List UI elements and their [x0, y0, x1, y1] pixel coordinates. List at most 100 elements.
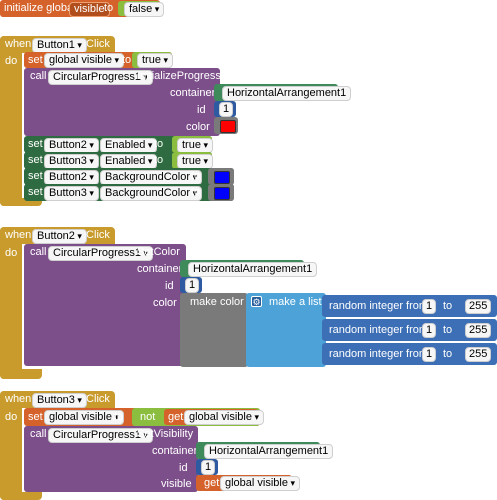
horizontalarrangement1-field[interactable]: HorizontalArrangement1: [204, 444, 334, 459]
set-global-visible-block[interactable]: set global visible to true: [24, 52, 173, 68]
setter-property-dropdown[interactable]: Enabled: [100, 154, 158, 169]
gear-icon[interactable]: ⚙: [251, 296, 262, 307]
global-visible-dropdown[interactable]: global visible: [44, 53, 125, 68]
setter-to-label: to: [191, 170, 201, 182]
false-value-block[interactable]: false: [118, 1, 165, 17]
setter-property-dropdown[interactable]: Enabled: [100, 138, 158, 153]
do-label: do: [5, 247, 18, 259]
setter-true-dropdown[interactable]: true: [177, 154, 213, 169]
param-container-label: container: [152, 445, 198, 457]
random-to-label: to: [443, 300, 453, 312]
setter-set-label: set: [28, 170, 43, 182]
setter-set-label: set: [28, 154, 43, 166]
get-global-visible-block[interactable]: get global visible: [196, 475, 301, 491]
random-from-field[interactable]: 1: [422, 323, 437, 338]
make-a-list-block[interactable]: ⚙ make a list: [246, 293, 326, 367]
call-label: call: [30, 428, 47, 440]
click-event-label: .Click: [83, 393, 110, 405]
button3-dropdown[interactable]: Button3: [32, 393, 87, 408]
setter-component-dropdown[interactable]: Button2: [44, 170, 99, 185]
container-component-block[interactable]: HorizontalArrangement1: [196, 442, 334, 459]
true-value-block[interactable]: true: [132, 52, 173, 68]
setter-to-label: to: [154, 154, 164, 166]
set-button3-bgcolor-block[interactable]: set Button3 BackgroundColor to: [24, 184, 234, 201]
random-to-label: to: [443, 348, 453, 360]
initialize-progress-call[interactable]: call CircularProgress1 .InitializeProgre…: [24, 68, 221, 136]
random-from-field[interactable]: 1: [422, 347, 437, 362]
button1-dropdown[interactable]: Button1: [32, 38, 87, 53]
random-to-field[interactable]: 255: [465, 299, 492, 314]
button3-event-side: [0, 391, 22, 500]
setter-true-dropdown[interactable]: true: [177, 138, 213, 153]
initialize-global-block[interactable]: initialize global visible to false: [0, 0, 165, 17]
id-number-block[interactable]: 1: [214, 101, 236, 117]
set-button3-enabled-block[interactable]: set Button3 Enabled to true: [24, 152, 213, 169]
setter-color-block[interactable]: [208, 184, 234, 201]
blue-color-swatch[interactable]: [214, 171, 230, 184]
param-id-label: id: [165, 280, 174, 292]
make-color-block[interactable]: make color: [180, 293, 248, 367]
call-label: call: [30, 246, 47, 258]
global-visible-dropdown[interactable]: global visible: [44, 410, 125, 425]
not-label: not: [140, 411, 156, 423]
random-integer-label: random integer from: [329, 348, 429, 360]
container-component-block[interactable]: HorizontalArrangement1: [214, 84, 352, 101]
horizontalarrangement1-field[interactable]: HorizontalArrangement1: [222, 86, 352, 101]
random-integer-block[interactable]: random integer from 1 to 255: [322, 343, 497, 365]
id-number-field[interactable]: 1: [219, 102, 234, 117]
set-button2-enabled-block[interactable]: set Button2 Enabled to true: [24, 136, 213, 153]
make-a-list-label: make a list: [269, 296, 322, 308]
setter-component-dropdown[interactable]: Button3: [44, 154, 99, 169]
when-label: when: [5, 38, 32, 50]
setcolor-call[interactable]: call CircularProgress1 .SetColor contain…: [24, 244, 186, 366]
method-setcolor: .SetColor: [134, 246, 180, 258]
container-component-block[interactable]: HorizontalArrangement1: [180, 260, 318, 277]
red-color-swatch[interactable]: [220, 120, 236, 133]
setter-property-dropdown[interactable]: BackgroundColor: [100, 186, 203, 201]
horizontalarrangement1-field[interactable]: HorizontalArrangement1: [188, 262, 318, 277]
id-number-field[interactable]: 1: [201, 460, 216, 475]
setter-to-label: to: [154, 138, 164, 150]
set-button2-bgcolor-block[interactable]: set Button2 BackgroundColor to: [24, 168, 234, 185]
click-event-label: .Click: [83, 38, 110, 50]
blue-color-swatch[interactable]: [214, 187, 230, 200]
setter-component-dropdown[interactable]: Button2: [44, 138, 99, 153]
param-id-label: id: [197, 104, 206, 116]
id-number-field[interactable]: 1: [185, 278, 200, 293]
get-global-visible-block[interactable]: get global visible: [164, 409, 265, 425]
not-block[interactable]: not get global visible: [132, 408, 265, 426]
set-global-visible-block[interactable]: set global visible to not get global vis…: [24, 408, 265, 426]
random-to-field[interactable]: 255: [465, 347, 492, 362]
id-number-block[interactable]: 1: [196, 459, 218, 475]
initialize-global-label: initialize global: [4, 2, 76, 14]
call-label: call: [30, 70, 47, 82]
random-integer-block[interactable]: random integer from 1 to 255: [322, 319, 497, 341]
true-dropdown[interactable]: true: [137, 53, 173, 68]
param-color-label: color: [153, 297, 177, 309]
random-integer-label: random integer from: [329, 324, 429, 336]
random-to-label: to: [443, 324, 453, 336]
setter-set-label: set: [28, 138, 43, 150]
setter-property-dropdown[interactable]: BackgroundColor: [100, 170, 203, 185]
setvisibility-call[interactable]: call CircularProgress1 .SetVisibility co…: [24, 426, 198, 492]
random-from-field[interactable]: 1: [422, 299, 437, 314]
id-number-block[interactable]: 1: [180, 277, 202, 293]
param-visible-label: visible: [161, 478, 192, 490]
color-red-block[interactable]: [214, 117, 238, 134]
button2-dropdown[interactable]: Button2: [32, 229, 87, 244]
do-label: do: [5, 55, 18, 67]
set-label: set: [28, 54, 43, 66]
setter-to-label: to: [191, 186, 201, 198]
setter-true-block[interactable]: true: [172, 152, 213, 169]
button3-event-foot: [0, 492, 42, 500]
random-to-field[interactable]: 255: [465, 323, 492, 338]
get-global-visible-dropdown[interactable]: global visible: [184, 410, 265, 425]
setter-component-dropdown[interactable]: Button3: [44, 186, 99, 201]
false-dropdown[interactable]: false: [124, 2, 165, 17]
param-color-label: color: [186, 121, 210, 133]
setter-true-block[interactable]: true: [172, 136, 213, 153]
param-container-label: container: [137, 263, 183, 275]
setter-color-block[interactable]: [208, 168, 234, 185]
random-integer-block[interactable]: random integer from 1 to 255: [322, 295, 497, 317]
get-global-visible-dropdown[interactable]: global visible: [220, 476, 301, 491]
